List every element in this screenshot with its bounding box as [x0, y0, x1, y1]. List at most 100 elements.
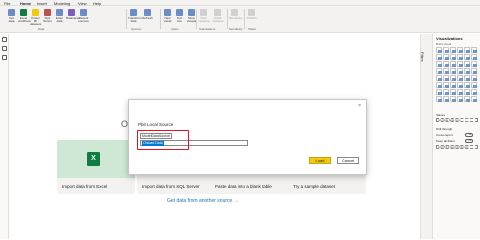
ribbon-icon: [176, 9, 183, 16]
visual-glyph: [466, 85, 470, 88]
visual-type-icon[interactable]: [471, 47, 477, 53]
ribbon-divider: [244, 9, 245, 29]
ribbon-button-power-bi-datasets[interactable]: Power BI datasets: [30, 9, 41, 29]
visual-type-icon[interactable]: [471, 75, 477, 81]
ribbon-icon: [248, 9, 255, 16]
cross-report-toggle[interactable]: Off: [465, 133, 473, 137]
visual-type-icon[interactable]: [464, 82, 470, 88]
ribbon-button-new-visual[interactable]: New visual: [162, 9, 173, 29]
ribbon-button-sensitivity[interactable]: Sensitivity: [229, 9, 243, 29]
visual-type-icon[interactable]: [443, 61, 449, 67]
visual-glyph: [473, 50, 477, 53]
load-button[interactable]: Load: [309, 157, 331, 164]
visual-glyph: [473, 71, 477, 74]
card-label: Import data from Excel: [62, 184, 108, 189]
visual-type-icon[interactable]: [464, 96, 470, 102]
ribbon-icon: [32, 9, 39, 16]
visual-type-icon[interactable]: [436, 96, 442, 102]
ribbon-button-label: Text box: [176, 16, 183, 23]
visual-type-icon[interactable]: [450, 96, 456, 102]
visual-type-icon[interactable]: [443, 82, 449, 88]
visual-type-icon[interactable]: [443, 75, 449, 81]
ribbon-icon: [214, 9, 221, 16]
values-well[interactable]: Add data fields here: [436, 118, 478, 122]
visual-type-icon[interactable]: [457, 54, 463, 60]
ribbon-button-quick-measure[interactable]: Quick measure: [212, 9, 224, 29]
visual-type-icon[interactable]: [464, 75, 470, 81]
close-icon[interactable]: ×: [358, 103, 361, 109]
ribbon-button-label: Sensitivity: [229, 16, 243, 20]
visual-type-icon[interactable]: [471, 82, 477, 88]
visual-type-icon[interactable]: [436, 47, 442, 53]
ribbon-button-text-box[interactable]: Text box: [174, 9, 185, 29]
visual-type-icon[interactable]: [464, 68, 470, 74]
visual-type-icon[interactable]: [450, 75, 456, 81]
visual-glyph: [452, 71, 456, 74]
keep-filters-toggle[interactable]: On: [465, 139, 473, 143]
visual-type-icon[interactable]: [457, 96, 463, 102]
ribbon-button-publish[interactable]: Publish: [246, 9, 257, 29]
get-data-link[interactable]: Get data from another source →: [167, 198, 239, 204]
ribbon-button-transform-data[interactable]: Transform data: [128, 9, 142, 29]
visual-type-icon[interactable]: [450, 82, 456, 88]
drill-through-well[interactable]: Add drill-through fields here: [436, 145, 478, 149]
ribbon-button-more-visuals[interactable]: More visuals: [186, 9, 197, 29]
visual-type-icon[interactable]: [457, 61, 463, 67]
visual-type-icon[interactable]: [436, 68, 442, 74]
ribbon-button-sql-server[interactable]: SQL Server: [42, 9, 53, 29]
table-view-icon[interactable]: [2, 46, 7, 51]
visual-type-icon[interactable]: [436, 54, 442, 60]
visual-type-icon[interactable]: [464, 89, 470, 95]
ribbon-button-dataverse[interactable]: Dataverse: [66, 9, 80, 29]
visual-type-icon[interactable]: [443, 96, 449, 102]
filters-pane-collapsed[interactable]: Filters: [420, 34, 432, 239]
visual-glyph: [445, 57, 449, 60]
visual-type-icon[interactable]: [457, 47, 463, 53]
visual-glyph: [438, 99, 442, 102]
visual-type-icon[interactable]: [436, 61, 442, 67]
visual-type-icon[interactable]: [443, 68, 449, 74]
visual-type-icon[interactable]: [450, 61, 456, 67]
visual-type-icon[interactable]: [471, 89, 477, 95]
ribbon-icon: [200, 9, 207, 16]
report-view-icon[interactable]: [2, 37, 7, 42]
model-view-icon[interactable]: [2, 55, 7, 60]
card-import-excel[interactable]: X Import data from Excel: [57, 140, 135, 194]
visual-type-icon[interactable]: [471, 54, 477, 60]
ribbon-button-label: Power BI datasets: [30, 16, 42, 26]
visual-type-icon[interactable]: [464, 54, 470, 60]
visual-type-icon[interactable]: [464, 47, 470, 53]
visual-type-icon[interactable]: [457, 75, 463, 81]
card-label: Import data from SQL Server: [142, 184, 200, 189]
visual-type-icon[interactable]: [457, 82, 463, 88]
visual-type-icon[interactable]: [450, 54, 456, 60]
ribbon-button-refresh[interactable]: Refresh: [142, 9, 153, 29]
visual-type-icon[interactable]: [464, 61, 470, 67]
visual-type-icon[interactable]: [443, 89, 449, 95]
visual-type-icon[interactable]: [457, 68, 463, 74]
visual-glyph: [452, 64, 456, 67]
ribbon-button-enter-data[interactable]: Enter data: [54, 9, 65, 29]
visual-type-icon[interactable]: [457, 89, 463, 95]
visual-glyph: [466, 50, 470, 53]
ribbon-button-label: Publish: [246, 16, 257, 20]
visual-type-icon[interactable]: [443, 47, 449, 53]
cancel-button[interactable]: Cancel: [337, 157, 359, 164]
visual-type-icon[interactable]: [450, 68, 456, 74]
visual-type-icon[interactable]: [450, 89, 456, 95]
visual-type-icon[interactable]: [436, 82, 442, 88]
ribbon-button-new-measure[interactable]: New measure: [198, 9, 210, 29]
ribbon-button-label: Transform data: [128, 16, 142, 23]
visual-type-icon[interactable]: [450, 47, 456, 53]
visual-type-icon[interactable]: [443, 54, 449, 60]
visual-glyph: [438, 92, 442, 95]
visual-type-icon[interactable]: [471, 68, 477, 74]
visual-type-icon[interactable]: [436, 89, 442, 95]
ribbon-button-get-data[interactable]: Get data: [6, 9, 17, 29]
visual-type-icon[interactable]: [471, 96, 477, 102]
ribbon-button-label: Refresh: [142, 16, 153, 20]
ribbon-button-recent-sources[interactable]: Recent sources: [78, 9, 89, 29]
visual-type-icon[interactable]: [471, 61, 477, 67]
visual-type-icon[interactable]: [436, 75, 442, 81]
ribbon-button-excel-workbook[interactable]: Excel workbook: [18, 9, 31, 29]
